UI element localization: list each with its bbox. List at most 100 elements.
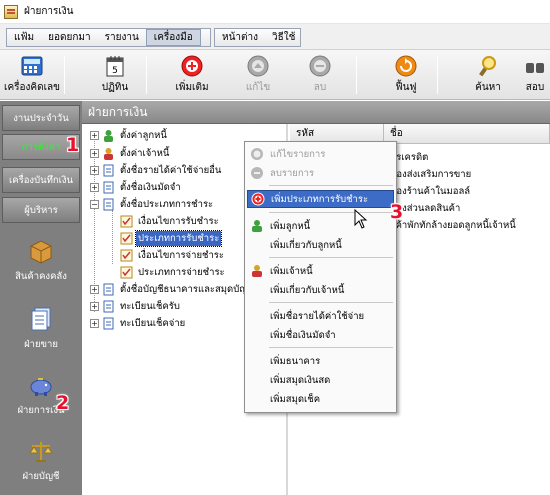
tree-line: [112, 210, 113, 264]
sidebar-inventory[interactable]: สินค้าคงคลัง: [0, 237, 82, 284]
collapse-icon[interactable]: −: [90, 199, 99, 209]
calendar-icon: 5: [104, 55, 126, 77]
more-label: สอบ: [525, 82, 545, 93]
sidebar-daily-work[interactable]: งานประจำวัน: [2, 105, 80, 131]
calendar-label: ปฏิทิน: [101, 82, 129, 93]
tree-item-debtor-settings[interactable]: + ตั้งค่าลูกหนี้: [90, 127, 169, 143]
add-button[interactable]: เพิ่มเติม: [164, 52, 220, 98]
context-add-bank[interactable]: เพิ่มธนาคาร: [247, 352, 394, 370]
checklist-icon: [120, 266, 133, 278]
context-add-check-book[interactable]: เพิ่มสมุดเช็ค: [247, 390, 394, 408]
menu-tools[interactable]: เครื่องมือ: [145, 29, 201, 46]
mouse-cursor-icon: [354, 209, 368, 229]
plus-icon: [181, 55, 203, 77]
tree-item-income-expense[interactable]: + ตั้งชื่อรายได้ค่าใช้จ่ายอื่น: [90, 162, 223, 178]
person-icon: [104, 147, 113, 160]
edit-button[interactable]: แก้ไข: [230, 52, 286, 98]
search-label: ค้นหา: [475, 82, 501, 93]
search-icon: [477, 55, 499, 77]
plus-icon: [251, 192, 265, 206]
tree-item-checks-paid[interactable]: + ทะเบียนเช็คจ่าย: [90, 315, 187, 331]
tree-item-checks-received[interactable]: + ทะเบียนเช็ครับ: [90, 298, 182, 314]
delete-button[interactable]: ลบ: [292, 52, 348, 98]
more-button[interactable]: สอบ: [520, 52, 550, 98]
context-add-income-expense[interactable]: เพิ่มชื่อรายได้ค่าใช้จ่าย: [247, 307, 394, 325]
menu-file[interactable]: แฟ้ม: [7, 30, 41, 45]
menu-window[interactable]: หน้าต่าง: [215, 30, 265, 45]
context-add-payment-type[interactable]: เพิ่มประเภทการรับชำระ: [247, 190, 394, 208]
title-bar: ฝ่ายการเงิน: [0, 0, 550, 24]
edit-icon: [251, 148, 263, 160]
window-menu-group: หน้าต่าง วิธีใช้: [214, 28, 301, 47]
calendar-button[interactable]: 5 ปฏิทิน: [87, 52, 143, 98]
context-add-cash-book[interactable]: เพิ่มสมุดเงินสด: [247, 371, 394, 389]
expand-icon[interactable]: +: [90, 301, 99, 311]
context-add-deposit[interactable]: เพิ่มชื่อเงินมัดจำ: [247, 326, 394, 344]
document-icon: [103, 164, 114, 176]
step-badge-2: 2: [56, 392, 70, 414]
documents-icon: [31, 307, 51, 331]
menu-separator: [269, 212, 393, 213]
calculator-button[interactable]: เครื่องคิดเลข: [4, 52, 60, 98]
person-icon: [104, 129, 113, 142]
restore-button[interactable]: ฟื้นฟู: [378, 52, 434, 98]
step-badge-1: 1: [66, 134, 80, 156]
minus-icon: [251, 167, 263, 179]
delete-label: ลบ: [313, 82, 327, 93]
menu-separator: [269, 302, 393, 303]
context-menu: แก้ไขรายการ ลบรายการ เพิ่มประเภทการรับชำ…: [244, 141, 397, 413]
calculator-icon: [21, 55, 43, 77]
box-icon: [30, 240, 52, 264]
list-row[interactable]: คูปองส่งเสริมการขาย: [384, 166, 471, 182]
toolbar: เครื่องคิดเลข 5 ปฏิทิน เพิ่มเติม แก้ไข ล…: [0, 50, 550, 100]
sidebar-accounting[interactable]: ฝ่ายบัญชี: [0, 437, 82, 484]
context-edit-item[interactable]: แก้ไขรายการ: [247, 145, 394, 163]
sidebar-accounting-label: ฝ่ายบัญชี: [22, 471, 60, 482]
menu-help[interactable]: วิธีใช้: [265, 30, 302, 45]
tree-item-pay-types[interactable]: ประเภทการจ่ายชำระ: [120, 264, 227, 280]
person-icon: [252, 265, 262, 277]
step-badge-3: 3: [390, 201, 404, 223]
expand-icon[interactable]: +: [90, 165, 99, 175]
sidebar-finance[interactable]: ฝ่ายการเงิน: [0, 371, 82, 418]
person-icon: [252, 220, 262, 232]
list-row[interactable]: ลูกค้าพักทักล้างยอดลูกหนี้เจ้าหนี้: [384, 217, 516, 233]
tree-item-creditor-settings[interactable]: + ตั้งค่าเจ้าหนี้: [90, 145, 171, 161]
tree-item-receive-conditions[interactable]: เงื่อนไขการรับชำระ: [120, 213, 221, 229]
svg-text:5: 5: [112, 66, 118, 76]
tree-item-receive-types[interactable]: ประเภทการรับชำระ: [120, 229, 223, 247]
context-delete-item[interactable]: ลบรายการ: [247, 164, 394, 182]
context-add-debtor-related[interactable]: เพิ่มเกี่ยวกับลูกหนี้: [247, 236, 394, 254]
menu-reports[interactable]: รายงาน: [98, 30, 146, 45]
window-title: ฝ่ายการเงิน: [24, 6, 74, 17]
document-icon: [103, 283, 114, 295]
checklist-icon: [120, 215, 133, 227]
sidebar-sales[interactable]: ฝ่ายขาย: [0, 305, 82, 352]
tree-item-payment-types[interactable]: − ตั้งชื่อประเภทการชำระ: [90, 196, 215, 212]
panel-title: ฝ่ายการเงิน: [82, 101, 550, 124]
expand-icon[interactable]: +: [90, 284, 99, 294]
document-icon: [103, 181, 114, 193]
sidebar-cash-recorder[interactable]: เครื่องบันทึกเงิน: [2, 167, 80, 193]
checklist-icon: [120, 232, 133, 244]
expand-icon[interactable]: +: [90, 130, 99, 140]
context-add-debtor[interactable]: เพิ่มลูกหนี้: [247, 217, 394, 235]
sidebar-admin[interactable]: ผู้บริหาร: [2, 197, 80, 223]
tree-item-bank-accounts[interactable]: + ตั้งชื่อบัญชีธนาคารและสมุดบัญชี: [90, 281, 256, 297]
toolbar-separator: [356, 56, 357, 94]
context-add-creditor[interactable]: เพิ่มเจ้าหนี้: [247, 262, 394, 280]
toolbar-separator: [146, 56, 147, 94]
expand-icon[interactable]: +: [90, 148, 99, 158]
tree-item-pay-conditions[interactable]: เงื่อนไขการจ่ายชำระ: [120, 247, 226, 263]
column-header-name[interactable]: ชื่อ: [384, 124, 550, 144]
checklist-icon: [120, 249, 133, 261]
expand-icon[interactable]: +: [90, 182, 99, 192]
search-button[interactable]: ค้นหา: [460, 52, 516, 98]
expand-icon[interactable]: +: [90, 318, 99, 328]
main-menu-group: แฟ้ม ยอดยกมา รายงาน เครื่องมือ: [6, 28, 211, 47]
minus-icon: [309, 55, 331, 77]
tree-item-deposit[interactable]: + ตั้งชื่อเงินมัดจำ: [90, 179, 183, 195]
menu-opening-balance[interactable]: ยอดยกมา: [41, 30, 97, 45]
context-add-creditor-related[interactable]: เพิ่มเกี่ยวกับเจ้าหนี้: [247, 281, 394, 299]
add-label: เพิ่มเติม: [175, 82, 209, 93]
